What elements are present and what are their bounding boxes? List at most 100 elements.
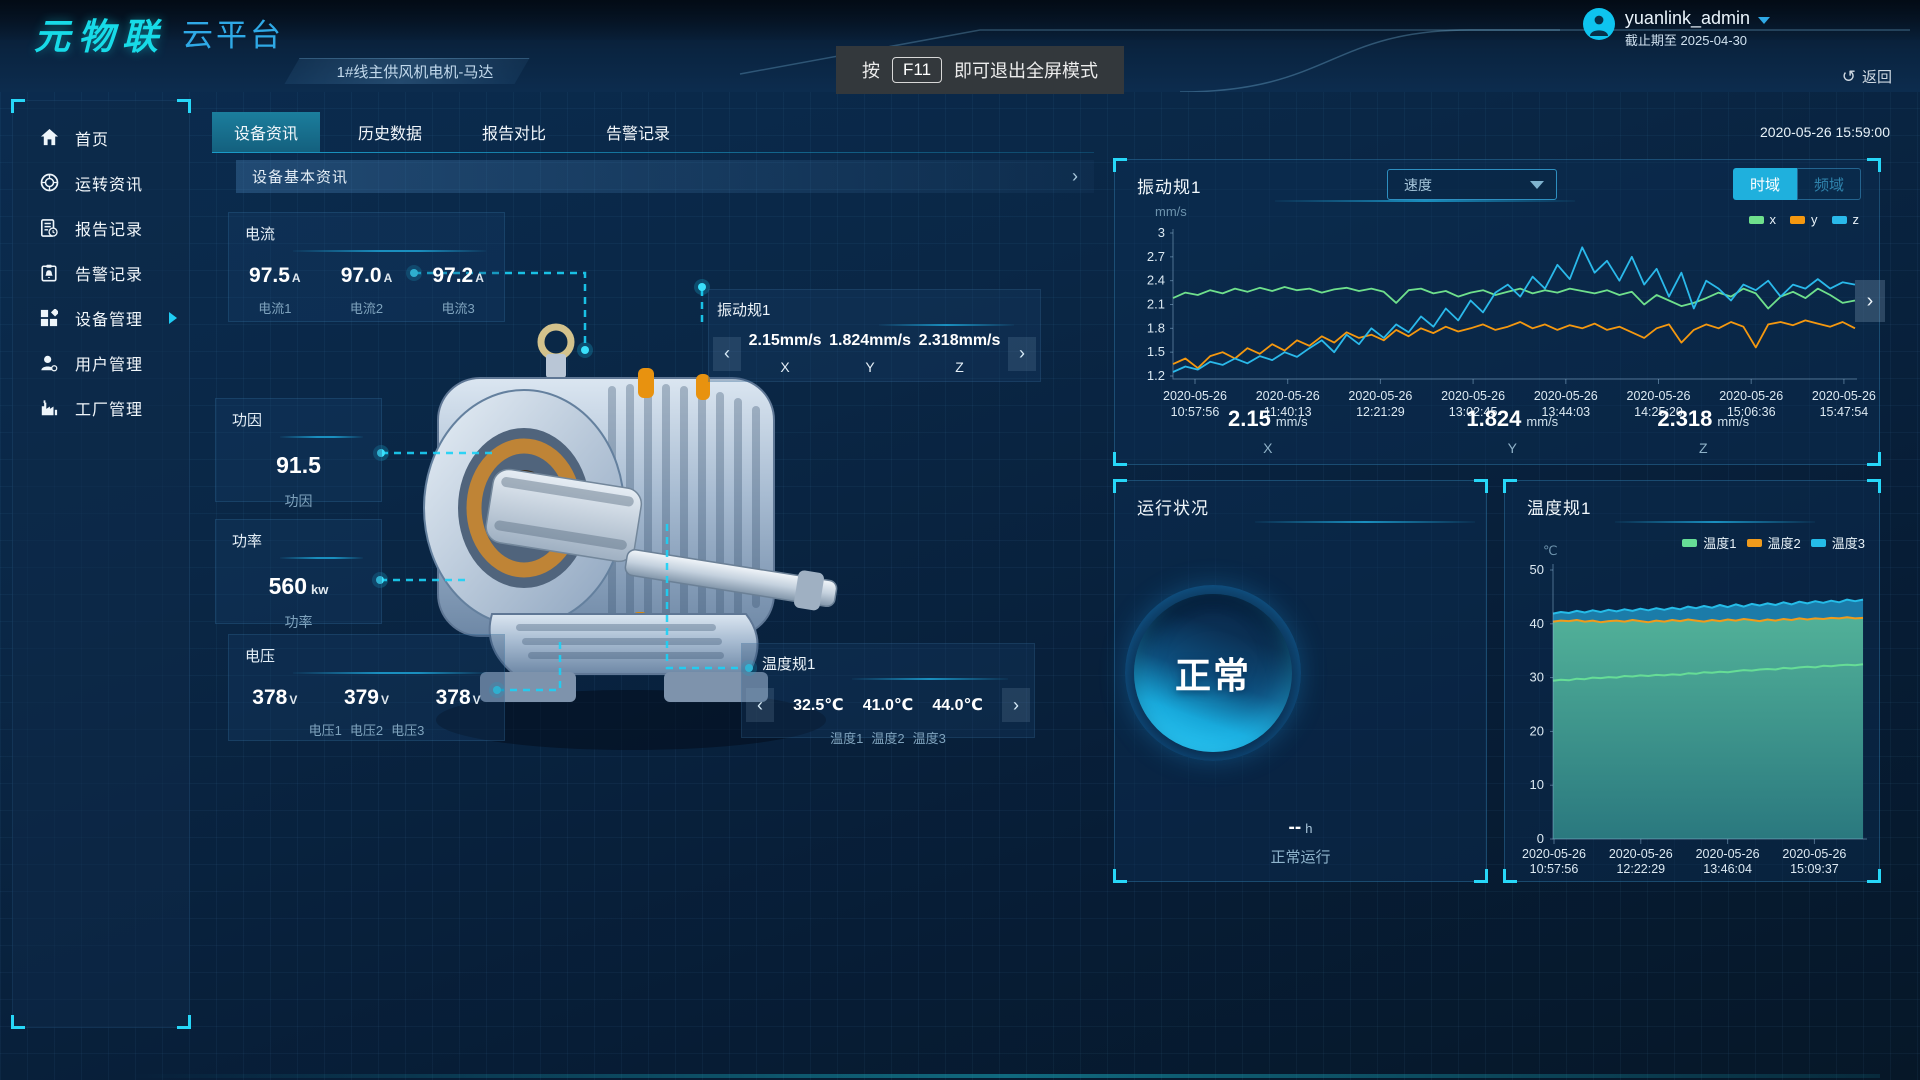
vibration-z: 2.318mm/sZ xyxy=(919,332,1001,375)
corner-bracket xyxy=(11,99,25,113)
alarm-icon xyxy=(39,263,59,283)
sidebar: 首页 运转资讯 报告记录 告警记录 设备管理 用户管理 xyxy=(12,100,190,1028)
panel-title: 功因 xyxy=(216,399,381,430)
svg-text:30: 30 xyxy=(1530,670,1544,685)
power-factor-value: 91.5 xyxy=(216,452,381,479)
section-expand-arrow[interactable]: › xyxy=(1072,166,1078,187)
svg-text:13:46:04: 13:46:04 xyxy=(1703,862,1752,876)
tab-device-info[interactable]: 设备资讯 xyxy=(212,112,320,152)
section-header-device-basic-info: 设备基本资讯 › xyxy=(236,160,1094,193)
status-panel: 运行状况 正常 --h 正常运行 xyxy=(1114,480,1487,882)
home-icon xyxy=(39,128,59,148)
sidebar-label: 设备管理 xyxy=(75,306,143,330)
temperature-area-chart: 504030201002020-05-2610:57:562020-05-261… xyxy=(1505,481,1881,883)
tab-report-compare[interactable]: 报告对比 xyxy=(460,112,568,152)
running-hours: --h xyxy=(1115,817,1486,839)
devices-icon xyxy=(39,308,59,328)
user-avatar-icon xyxy=(1587,12,1611,36)
power-value: 560kw xyxy=(216,573,381,600)
corner-bracket xyxy=(1867,452,1881,466)
factory-icon xyxy=(39,398,59,418)
svg-text:2.4: 2.4 xyxy=(1147,273,1165,288)
corner-bracket xyxy=(177,1015,191,1029)
svg-text:15:09:37: 15:09:37 xyxy=(1790,862,1839,876)
username[interactable]: yuanlink_admin xyxy=(1625,8,1750,29)
sidebar-label: 报告记录 xyxy=(75,216,143,240)
device-name: 1#线主供风机电机-马达 xyxy=(300,61,530,82)
report-icon xyxy=(39,218,59,238)
sidebar-item-operation-info[interactable]: 运转资讯 xyxy=(13,160,189,205)
voltage-3-value: 378V xyxy=(436,686,481,710)
svg-text:2020-05-26: 2020-05-26 xyxy=(1256,389,1320,403)
chevron-down-icon[interactable] xyxy=(1758,17,1770,24)
sidebar-item-user-management[interactable]: 用户管理 xyxy=(13,340,189,385)
svg-text:2020-05-26: 2020-05-26 xyxy=(1441,389,1505,403)
svg-text:2.7: 2.7 xyxy=(1147,249,1165,264)
back-button[interactable]: ↺ 返回 xyxy=(1842,66,1892,87)
back-label: 返回 xyxy=(1862,66,1892,87)
sidebar-item-device-management[interactable]: 设备管理 xyxy=(13,295,189,340)
title-underline xyxy=(280,436,363,438)
temperature-prev-button[interactable]: ‹ xyxy=(746,688,774,722)
corner-bracket xyxy=(1113,869,1127,883)
voltage-labels: 电压1电压2电压3 xyxy=(229,720,504,739)
undo-icon: ↺ xyxy=(1842,67,1856,87)
expand-arrow-icon xyxy=(169,312,177,324)
temperature-next-button[interactable]: › xyxy=(1002,688,1030,722)
status-caption: 正常运行 xyxy=(1115,846,1486,867)
avatar[interactable] xyxy=(1583,8,1615,40)
svg-text:2.1: 2.1 xyxy=(1147,297,1165,312)
svg-text:2020-05-26: 2020-05-26 xyxy=(1812,389,1876,403)
callout-title: 振动规1 xyxy=(709,290,1040,320)
svg-text:2020-05-26: 2020-05-26 xyxy=(1522,847,1586,861)
svg-text:50: 50 xyxy=(1530,562,1544,577)
fullscreen-tip-prefix: 按 xyxy=(862,57,880,83)
current-panel: 电流 97.5A 97.0A 97.2A 电流1 电流2 电流3 xyxy=(228,212,505,322)
tab-bar: 设备资讯 历史数据 报告对比 告警记录 xyxy=(212,112,708,152)
corner-bracket xyxy=(1113,158,1127,172)
svg-text:20: 20 xyxy=(1530,723,1544,738)
power-label: 功率 xyxy=(216,612,381,632)
vibration-prev-button[interactable]: ‹ xyxy=(713,337,741,371)
power-factor-label: 功因 xyxy=(216,491,381,511)
sidebar-item-alarm-records[interactable]: 告警记录 xyxy=(13,250,189,295)
vibration-chart-panel: 振动规1 速度 时域 频域 xyz mm/s 32.72.42.11.81.51… xyxy=(1114,159,1880,465)
svg-text:2020-05-26: 2020-05-26 xyxy=(1782,847,1846,861)
current-3-value: 97.2A xyxy=(432,264,484,288)
sidebar-item-home[interactable]: 首页 xyxy=(13,115,189,160)
gauge-icon xyxy=(39,173,59,193)
vibration-next-sensor-button[interactable]: › xyxy=(1855,280,1885,322)
svg-text:10: 10 xyxy=(1530,777,1544,792)
svg-text:1.5: 1.5 xyxy=(1147,344,1165,359)
sidebar-label: 首页 xyxy=(75,126,109,150)
title-underline xyxy=(293,672,486,674)
temperature-3-value: 44.0℃ xyxy=(932,695,983,715)
corner-bracket xyxy=(1867,869,1881,883)
voltage-1-value: 378V xyxy=(252,686,297,710)
current-1-value: 97.5A xyxy=(249,264,301,288)
vibration-next-button[interactable]: › xyxy=(1008,337,1036,371)
svg-text:2020-05-26: 2020-05-26 xyxy=(1163,389,1227,403)
power-panel: 功率 560kw 功率 xyxy=(215,519,382,624)
tab-alarm-records[interactable]: 告警记录 xyxy=(584,112,692,152)
sidebar-item-report-records[interactable]: 报告记录 xyxy=(13,205,189,250)
user-menu[interactable]: yuanlink_admin 截止期至 2025-04-30 xyxy=(1583,8,1770,49)
svg-text:2020-05-26: 2020-05-26 xyxy=(1534,389,1598,403)
corner-bracket xyxy=(1503,479,1517,493)
header: 元物联 云平台 1#线主供风机电机-马达 按 F11 即可退出全屏模式 yuan… xyxy=(0,0,1920,92)
power-factor-panel: 功因 91.5 功因 xyxy=(215,398,382,502)
tab-history-data[interactable]: 历史数据 xyxy=(336,112,444,152)
status-indicator: 正常 xyxy=(1125,585,1301,761)
vibration-y: 1.824mm/sY xyxy=(829,332,911,375)
corner-bracket xyxy=(177,99,191,113)
svg-text:1.8: 1.8 xyxy=(1147,320,1165,335)
svg-text:3: 3 xyxy=(1158,225,1165,240)
panel-title: 功率 xyxy=(216,520,381,551)
tab-underline xyxy=(212,152,1094,153)
panel-title: 电流 xyxy=(229,213,504,244)
title-underline xyxy=(293,250,486,252)
status-panel-title: 运行状况 xyxy=(1137,494,1209,519)
corner-bracket xyxy=(1474,479,1488,493)
sidebar-item-factory-management[interactable]: 工厂管理 xyxy=(13,385,189,430)
vibration-sensor-callout: 振动规1 ‹ 2.15mm/sX 1.824mm/sY 2.318mm/sZ › xyxy=(708,289,1041,382)
